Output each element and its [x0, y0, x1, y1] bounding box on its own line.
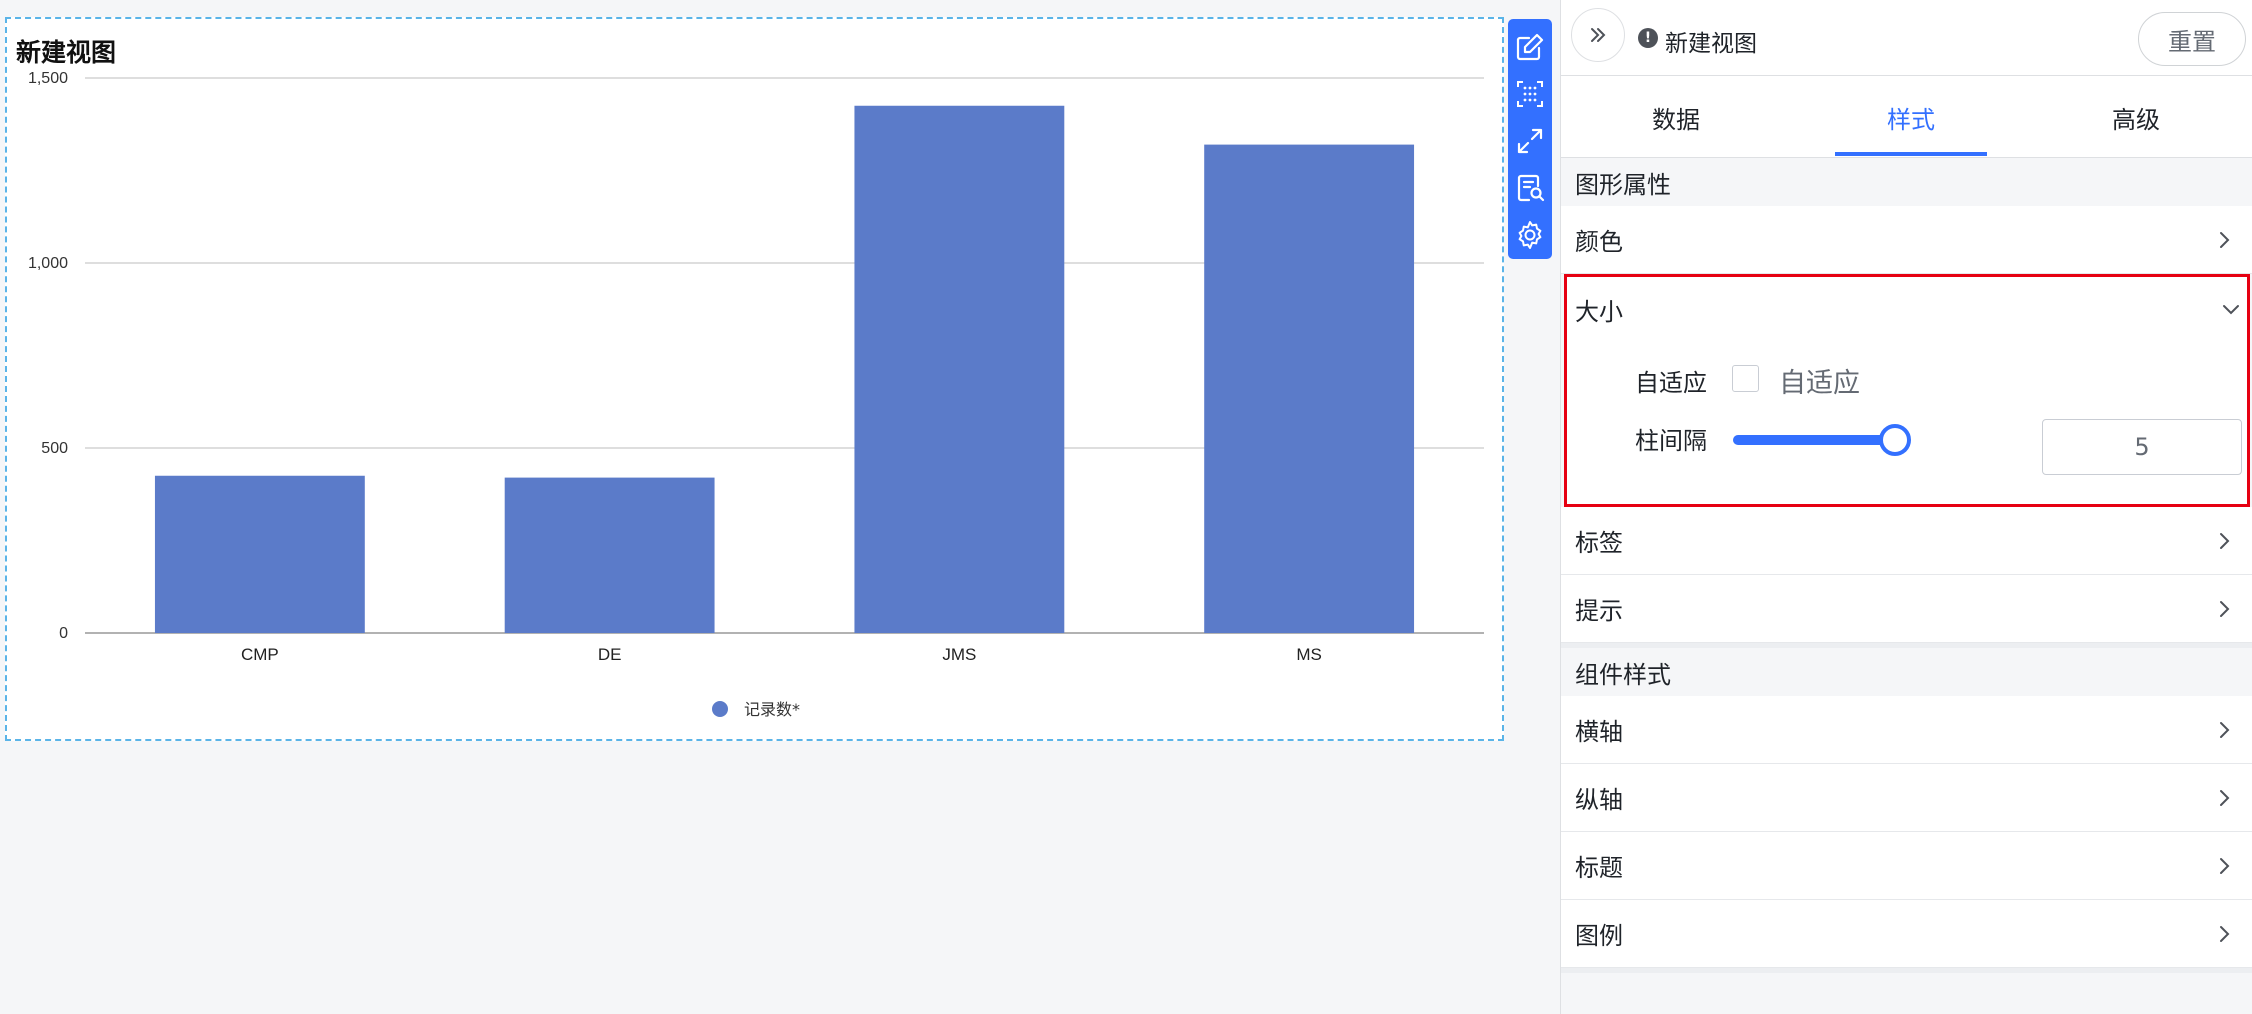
bar-spacing-input[interactable] [2042, 419, 2242, 475]
adaptive-field-label: 自适应 [1635, 369, 1707, 397]
size-settings-highlight: 大小 自适应 自适应 柱间隔 [1564, 274, 2250, 507]
warning-icon: ! [1638, 28, 1658, 48]
row-legend[interactable]: 图例 [1561, 900, 2252, 968]
row-tooltip[interactable]: 提示 [1561, 575, 2252, 643]
expand-button[interactable] [1508, 117, 1552, 164]
slider-fill [1733, 435, 1895, 445]
chevron-down-icon [2223, 305, 2239, 315]
panel-header: ! 新建视图 重置 [1561, 0, 2252, 76]
section-graphic-properties: 图形属性 [1561, 158, 2252, 206]
inspect-button[interactable] [1508, 165, 1552, 212]
bar [1204, 144, 1415, 633]
x-tick-label: JMS [942, 645, 976, 664]
edit-button[interactable] [1508, 23, 1552, 70]
section-divider [1561, 968, 2252, 973]
bar-spacing-label: 柱间隔 [1635, 427, 1707, 455]
legend-label: 记录数* [744, 700, 800, 719]
row-y-axis[interactable]: 纵轴 [1561, 764, 2252, 832]
reset-button[interactable]: 重置 [2138, 12, 2246, 66]
active-tab-indicator [1835, 152, 1987, 156]
edit-icon [1516, 33, 1544, 60]
y-tick-label: 500 [41, 440, 68, 457]
grid-icon [1517, 80, 1543, 107]
bar [504, 477, 715, 633]
row-size-label: 大小 [1575, 297, 1623, 326]
chart-toolbar [1508, 19, 1552, 259]
settings-icon [1518, 221, 1542, 250]
slider-thumb[interactable] [1878, 424, 1911, 456]
y-tick-label: 0 [59, 625, 68, 642]
bar-chart: 0 500 1,000 1,500 CMP DE JMS MS 记录数* [28, 70, 1484, 719]
inspect-icon [1517, 175, 1545, 202]
chevron-right-icon [2220, 532, 2230, 549]
row-title-label: 标题 [1575, 854, 1623, 882]
chevron-right-icon [2220, 231, 2230, 248]
row-label-label: 标签 [1575, 529, 1623, 557]
chevron-right-icon [2220, 925, 2230, 942]
row-color[interactable]: 颜色 [1561, 206, 2252, 274]
view-name: 新建视图 [1665, 31, 1757, 57]
bar [154, 475, 365, 633]
chevron-right-icon [2220, 789, 2230, 806]
row-title[interactable]: 标题 [1561, 832, 2252, 900]
row-label[interactable]: 标签 [1561, 507, 2252, 575]
adaptive-checkbox-label[interactable]: 自适应 [1779, 361, 1860, 400]
style-panel: ! 新建视图 重置 数据 样式 高级 图形属性 颜色 大小 自适应 自适应 柱间… [1560, 0, 2252, 1014]
row-x-axis[interactable]: 横轴 [1561, 696, 2252, 764]
chevron-right-icon [2220, 857, 2230, 874]
y-tick-label: 1,000 [28, 255, 68, 272]
expand-icon [1517, 128, 1543, 154]
adaptive-checkbox[interactable] [1732, 365, 1759, 392]
app-root: 新建视图 0 500 1,000 1,500 CMP DE JMS MS 记录数* [0, 0, 2252, 1014]
grid-button[interactable] [1508, 70, 1552, 117]
tab-advanced[interactable]: 高级 [2021, 76, 2251, 158]
x-tick-label: DE [598, 645, 622, 664]
panel-tabs: 数据 样式 高级 [1561, 76, 2252, 158]
chevron-right-icon [2220, 600, 2230, 617]
double-chevron-right-icon [1591, 28, 1606, 42]
collapse-panel-button[interactable] [1571, 8, 1625, 62]
bar-spacing-slider[interactable] [1733, 424, 1911, 456]
x-tick-label: MS [1296, 645, 1322, 664]
row-color-label: 颜色 [1575, 228, 1623, 256]
row-y-axis-label: 纵轴 [1575, 786, 1623, 814]
tab-style[interactable]: 样式 [1796, 76, 2026, 158]
bar [854, 105, 1065, 633]
section-component-style: 组件样式 [1561, 648, 2252, 696]
settings-button[interactable] [1508, 212, 1552, 259]
legend-marker [712, 701, 728, 717]
row-size[interactable]: 大小 [1567, 277, 2247, 341]
chevron-right-icon [2220, 721, 2230, 738]
tab-data[interactable]: 数据 [1561, 76, 1791, 158]
row-legend-label: 图例 [1575, 922, 1623, 950]
chart-container[interactable]: 新建视图 0 500 1,000 1,500 CMP DE JMS MS 记录数* [5, 17, 1504, 741]
row-tooltip-label: 提示 [1575, 597, 1623, 625]
row-x-axis-label: 横轴 [1575, 718, 1623, 746]
y-tick-label: 1,500 [28, 70, 68, 87]
x-tick-label: CMP [241, 645, 279, 664]
